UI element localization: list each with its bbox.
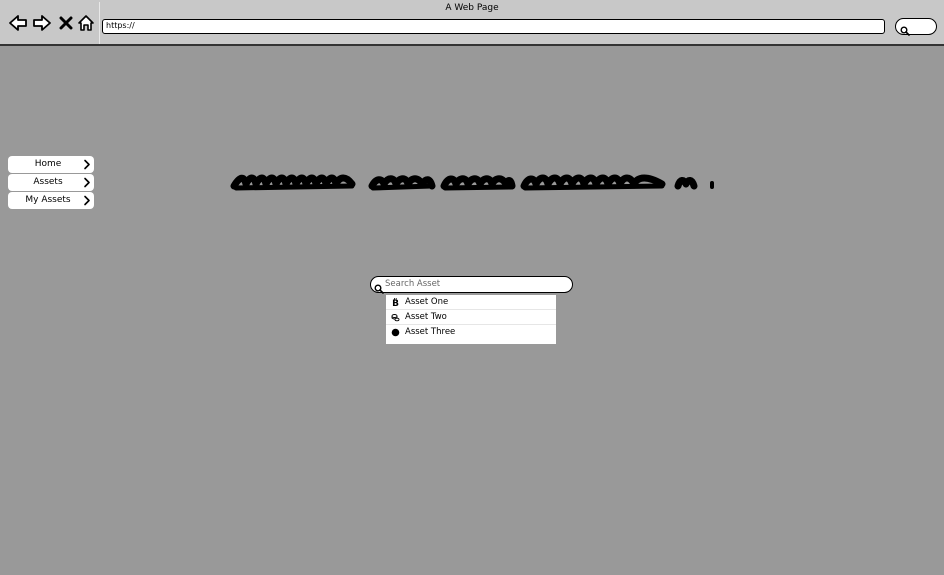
sidebar-item-home[interactable]: Home: [8, 156, 94, 173]
asset-result-label: Asset Two: [405, 312, 447, 322]
filled-circle-icon: [391, 328, 400, 337]
asset-search-results: B Asset One Asset Two Asset Three: [385, 294, 557, 345]
sidebar-item-my-assets[interactable]: My Assets: [8, 192, 94, 209]
sidebar-item-assets[interactable]: Assets: [8, 174, 94, 191]
browser-chrome: A Web Page https://: [0, 0, 944, 46]
stop-icon[interactable]: [55, 12, 77, 34]
search-icon: [900, 21, 910, 40]
search-icon: [374, 279, 384, 298]
chevron-right-icon: [83, 195, 91, 213]
home-icon[interactable]: [75, 12, 97, 34]
back-arrow-icon[interactable]: [7, 12, 29, 34]
chrome-divider: [99, 2, 100, 44]
asset-search-field[interactable]: [370, 276, 573, 294]
asset-result-item-two[interactable]: Asset Two: [386, 310, 556, 325]
asset-result-label: Asset One: [405, 297, 449, 307]
sidebar-item-label: Home: [34, 159, 62, 169]
url-bar[interactable]: https://: [102, 19, 885, 34]
asset-result-item-three[interactable]: Asset Three: [386, 325, 556, 339]
browser-window: A Web Page https:// Home Assets My Asset…: [0, 0, 944, 575]
asset-result-label: Asset Three: [405, 327, 456, 337]
window-title: A Web Page: [445, 3, 499, 13]
asset-search-input[interactable]: [385, 277, 565, 290]
forward-arrow-icon[interactable]: [31, 12, 53, 34]
coin-stack-icon: [391, 313, 400, 322]
sidebar-item-label: My Assets: [25, 195, 71, 205]
bitcoin-icon: B: [391, 298, 400, 309]
browser-search-field[interactable]: [895, 18, 937, 36]
sidebar-item-label: Assets: [33, 177, 63, 187]
sidebar-nav: Home Assets My Assets: [8, 156, 94, 210]
asset-result-item-one[interactable]: B Asset One: [386, 295, 556, 310]
svg-text:B: B: [392, 299, 399, 307]
scribbled-heading-placeholder: [228, 170, 720, 200]
